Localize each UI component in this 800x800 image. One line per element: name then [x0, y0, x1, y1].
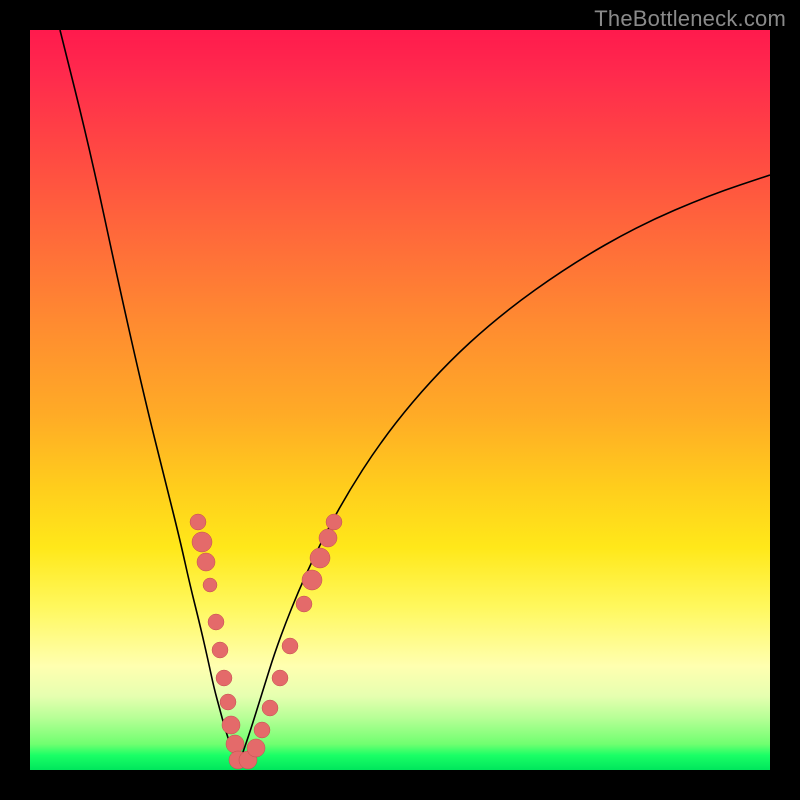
marker-bead	[212, 642, 228, 658]
marker-bead	[310, 548, 330, 568]
marker-bead	[222, 716, 240, 734]
marker-bead	[254, 722, 270, 738]
marker-bead	[282, 638, 298, 654]
chart-frame: TheBottleneck.com	[0, 0, 800, 800]
marker-bead	[190, 514, 206, 530]
curve-layer	[30, 30, 770, 770]
marker-bead	[296, 596, 312, 612]
marker-bead	[220, 694, 236, 710]
marker-bead	[302, 570, 322, 590]
marker-bead	[203, 578, 217, 592]
right-branch-curve	[238, 175, 770, 766]
marker-bead	[319, 529, 337, 547]
marker-bead	[192, 532, 212, 552]
marker-bead	[262, 700, 278, 716]
marker-bead	[208, 614, 224, 630]
marker-bead	[197, 553, 215, 571]
left-branch-curve	[60, 30, 238, 766]
marker-beads	[190, 514, 342, 769]
marker-bead	[326, 514, 342, 530]
watermark-label: TheBottleneck.com	[594, 6, 786, 32]
marker-bead	[247, 739, 265, 757]
plot-area	[30, 30, 770, 770]
marker-bead	[226, 735, 244, 753]
marker-bead	[216, 670, 232, 686]
marker-bead	[272, 670, 288, 686]
